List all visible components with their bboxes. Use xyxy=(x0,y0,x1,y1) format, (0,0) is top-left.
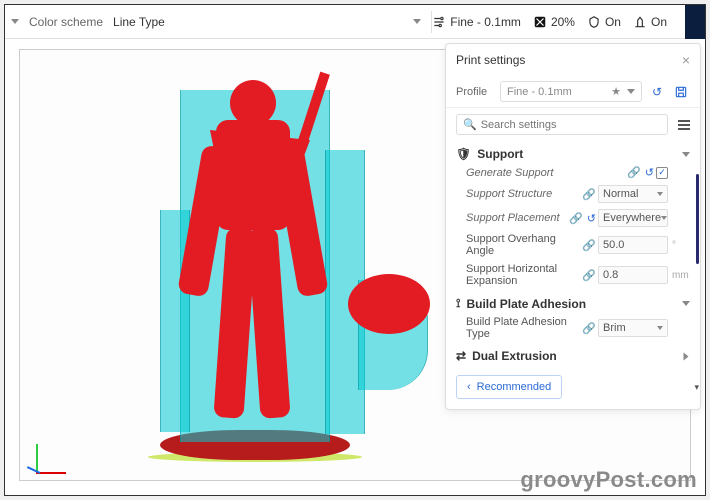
section-support[interactable]: 🛡 Support xyxy=(446,141,700,163)
infill-indicator[interactable]: 20% xyxy=(533,15,575,29)
scroll-down-icon[interactable]: ▾ xyxy=(694,382,699,393)
support-icon: 🛡 xyxy=(456,147,471,161)
link-icon[interactable]: 🔗 xyxy=(582,322,596,335)
sliders-icon xyxy=(432,15,446,29)
row-generate-support: Generate Support 🔗 ↺ ✓ xyxy=(446,163,700,182)
support-structure-select[interactable]: Normal xyxy=(598,185,668,203)
right-dark-tab[interactable] xyxy=(685,5,705,39)
setting-label: Support Structure xyxy=(466,188,580,200)
chevron-down-icon xyxy=(684,352,689,360)
search-input[interactable] xyxy=(481,119,661,131)
reset-profile-button[interactable]: ↺ xyxy=(648,83,666,101)
save-profile-button[interactable] xyxy=(672,83,690,101)
quality-selector[interactable]: Fine - 0.1mm xyxy=(432,15,521,29)
support-placement-select[interactable]: Everywhere xyxy=(598,209,668,227)
generate-support-checkbox[interactable]: ✓ xyxy=(656,167,668,179)
link-icon[interactable]: 🔗 xyxy=(582,239,596,252)
color-scheme-label: Color scheme xyxy=(29,15,103,29)
top-toolbar: Color scheme Line Type Fine - 0.1mm 20% … xyxy=(5,5,705,39)
print-settings-panel: Print settings × Profile Fine - 0.1mm ★ … xyxy=(445,43,701,410)
link-icon[interactable]: 🔗 xyxy=(582,188,596,201)
profile-label: Profile xyxy=(456,86,494,98)
section-title: Build Plate Adhesion xyxy=(466,297,586,311)
chevron-down-icon[interactable] xyxy=(413,19,421,24)
quality-label: Fine - 0.1mm xyxy=(450,15,521,29)
support-value: On xyxy=(605,15,621,29)
line-type-label: Line Type xyxy=(113,15,165,29)
line-type-dropdown[interactable]: Line Type xyxy=(113,15,165,29)
recommended-button[interactable]: ‹ Recommended xyxy=(456,375,562,399)
overhang-angle-input[interactable]: 50.0 xyxy=(598,236,668,254)
setting-label: Support Horizontal Expansion xyxy=(466,263,580,287)
axis-gizmo xyxy=(26,438,62,474)
save-icon xyxy=(674,85,688,99)
section-adhesion[interactable]: ⟟ Build Plate Adhesion xyxy=(446,290,700,313)
section-title: Support xyxy=(477,147,523,161)
row-support-structure: Support Structure 🔗 Normal xyxy=(446,182,700,206)
adhesion-icon: ⟟ xyxy=(456,296,460,311)
recommended-label: Recommended xyxy=(477,381,552,393)
chevron-down-icon xyxy=(627,89,635,94)
search-icon: 🔍 xyxy=(463,118,477,131)
row-support-placement: Support Placement 🔗 ↺ Everywhere xyxy=(446,206,700,230)
horizontal-expansion-input[interactable]: 0.8 xyxy=(598,266,668,284)
close-icon[interactable]: × xyxy=(682,52,690,68)
setting-label: Generate Support xyxy=(466,167,625,179)
link-icon[interactable]: 🔗 xyxy=(569,212,583,225)
support-toggle[interactable]: On xyxy=(587,15,621,29)
chevron-left-icon: ‹ xyxy=(467,381,471,393)
scrollbar-track[interactable]: ▾ xyxy=(694,104,700,389)
setting-label: Support Overhang Angle xyxy=(466,233,580,257)
link-icon[interactable]: 🔗 xyxy=(627,166,641,179)
unit-label: mm xyxy=(672,270,690,281)
star-icon: ★ xyxy=(611,85,621,98)
chevron-down-icon xyxy=(682,152,690,157)
watermark: groovyPost.com xyxy=(520,467,697,493)
section-title: Dual Extrusion xyxy=(472,349,557,363)
row-horizontal-expansion: Support Horizontal Expansion 🔗 0.8 mm xyxy=(446,260,700,290)
setting-label: Build Plate Adhesion Type xyxy=(466,316,580,340)
color-scheme-dropdown[interactable]: Color scheme xyxy=(29,15,103,29)
search-settings[interactable]: 🔍 xyxy=(456,114,668,135)
adhesion-type-select[interactable]: Brim xyxy=(598,319,668,337)
app-window: Color scheme Line Type Fine - 0.1mm 20% … xyxy=(4,4,706,496)
scrollbar-thumb[interactable] xyxy=(696,174,699,264)
link-icon[interactable]: 🔗 xyxy=(582,269,596,282)
chevron-down-icon xyxy=(682,301,690,306)
profile-dropdown[interactable]: Fine - 0.1mm ★ xyxy=(500,81,642,102)
unit-label: ° xyxy=(672,240,690,251)
dual-extrusion-icon: ⇄ xyxy=(456,349,466,363)
menu-icon[interactable] xyxy=(678,120,690,130)
reset-icon[interactable]: ↺ xyxy=(587,212,596,225)
adhesion-icon xyxy=(633,15,647,29)
infill-value: 20% xyxy=(551,15,575,29)
section-dual-extrusion[interactable]: ⇄ Dual Extrusion xyxy=(446,343,700,365)
support-icon xyxy=(587,15,601,29)
row-overhang-angle: Support Overhang Angle 🔗 50.0 ° xyxy=(446,230,700,260)
profile-value: Fine - 0.1mm xyxy=(507,86,572,98)
panel-title: Print settings xyxy=(456,53,525,67)
infill-icon xyxy=(533,15,547,29)
model-preview xyxy=(120,60,390,460)
adhesion-toggle[interactable]: On xyxy=(633,15,667,29)
row-adhesion-type: Build Plate Adhesion Type 🔗 Brim xyxy=(446,313,700,343)
chevron-down-icon[interactable] xyxy=(11,19,19,24)
setting-label: Support Placement xyxy=(466,212,567,224)
reset-icon[interactable]: ↺ xyxy=(645,166,654,179)
adhesion-value: On xyxy=(651,15,667,29)
